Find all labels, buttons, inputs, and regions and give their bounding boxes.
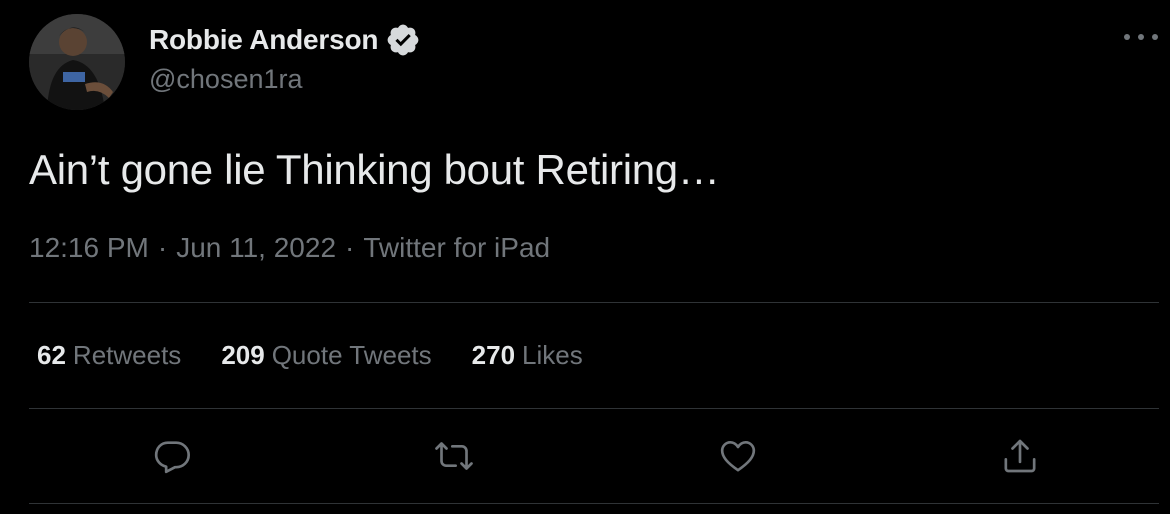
quote-tweets-label: Quote Tweets [271,340,432,370]
tweet-time[interactable]: 12:16 PM [29,232,149,264]
verified-badge-icon [385,22,421,58]
divider [29,302,1159,303]
likes-stat[interactable]: 270 Likes [472,340,583,371]
divider [29,408,1159,409]
quote-tweets-count: 209 [221,340,265,370]
author-handle[interactable]: @chosen1ra [149,64,303,95]
tweet-date[interactable]: Jun 11, 2022 [176,232,336,264]
retweets-count: 62 [37,340,66,370]
author-name[interactable]: Robbie Anderson [149,24,379,56]
retweets-stat[interactable]: 62 Retweets [37,340,181,371]
likes-label: Likes [522,340,583,370]
more-options-icon[interactable] [1124,22,1158,52]
share-icon[interactable] [998,434,1042,478]
engagement-stats: 62 Retweets 209 Quote Tweets 270 Likes [37,340,623,371]
divider [29,503,1159,504]
like-icon[interactable] [716,434,760,478]
retweet-icon[interactable] [432,434,476,478]
retweets-label: Retweets [72,340,182,370]
tweet-meta: 12:16 PM · Jun 11, 2022 · Twitter for iP… [29,232,550,264]
reply-icon[interactable] [150,434,194,478]
meta-separator: · [157,232,168,263]
quote-tweets-stat[interactable]: 209 Quote Tweets [221,340,431,371]
tweet-source[interactable]: Twitter for iPad [363,232,550,264]
tweet-text: Ain’t gone lie Thinking bout Retiring… [29,146,720,193]
likes-count: 270 [471,340,516,370]
avatar[interactable] [29,14,125,110]
meta-separator: · [345,232,355,263]
